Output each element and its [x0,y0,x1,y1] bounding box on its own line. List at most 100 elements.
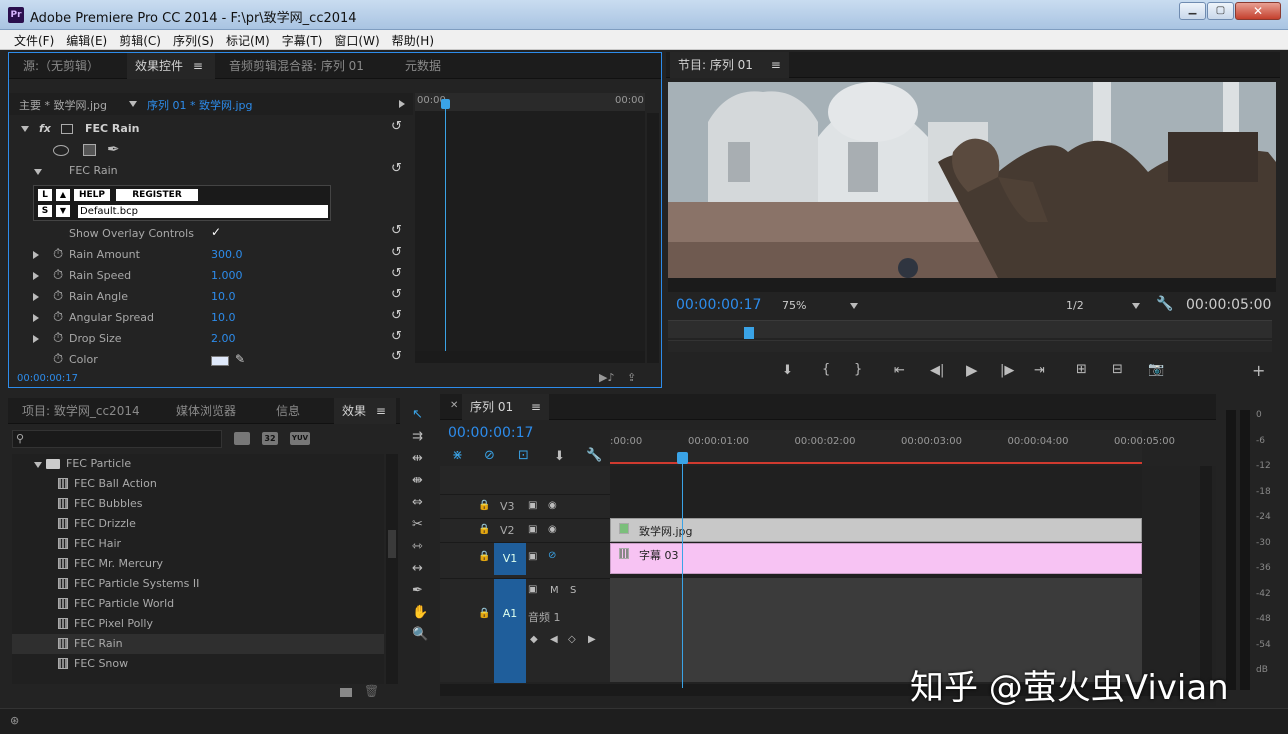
program-timecode[interactable]: 00:00:00:17 [676,297,761,313]
slide-tool-icon[interactable]: ↔ [412,562,423,575]
new-bin-icon[interactable] [340,688,352,697]
pen-mask-icon[interactable]: ✒ [107,140,120,158]
reset-sub-effect-icon[interactable]: ↺ [391,161,402,176]
minimize-button[interactable]: ▁ [1179,2,1206,20]
program-video-frame[interactable] [668,82,1276,278]
effect-playhead[interactable] [445,101,446,363]
expand-property-icon[interactable] [33,272,39,280]
lock-a1-icon[interactable]: 🔒 [478,609,490,619]
plugin-down-button[interactable]: ▼ [56,205,70,217]
collapse-sub-effect-icon[interactable] [34,169,42,175]
folder-expand-icon[interactable] [34,462,42,468]
tab-project[interactable]: 项目: 致学网_cc2014 [14,398,148,424]
program-frame-scrollbar[interactable] [668,278,1276,292]
reset-property-icon[interactable]: ↺ [391,245,402,260]
timeline-settings-icon[interactable]: 🔧 [586,449,602,462]
effect-property-row[interactable]: ⏱ Rain Angle 10.0 ↺ [9,287,413,307]
property-value[interactable]: 10.0 [211,308,236,328]
snap-icon[interactable]: ⋇ [452,449,463,462]
next-keyframe-icon[interactable]: ▶ [588,635,596,645]
effect-hscroll[interactable] [415,351,645,363]
tab-sequence-01[interactable]: 序列 01 ≡ [462,394,549,420]
program-playhead[interactable] [744,327,754,339]
tab-source[interactable]: 源:（无剪辑） [15,53,107,79]
add-keyframe-icon[interactable]: ◆ [530,635,538,645]
razor-tool-icon[interactable]: ✂ [412,518,423,531]
reset-property-icon[interactable]: ↺ [391,329,402,344]
effect-header[interactable]: fx FEC Rain ↺ [9,119,413,139]
reset-property-icon[interactable]: ↺ [391,266,402,281]
v3-label[interactable]: V3 [500,500,515,513]
plugin-s-button[interactable]: S [38,205,52,217]
lift-icon[interactable]: ⊞ [1076,363,1087,376]
zoom-select[interactable]: 75% [782,299,806,312]
property-value[interactable]: 1.000 [211,266,243,286]
rectangle-mask-icon[interactable] [83,144,96,156]
stopwatch-icon[interactable]: ⏱ [53,248,63,261]
collapse-effect-icon[interactable] [21,126,29,132]
extract-icon[interactable]: ⊟ [1112,363,1123,376]
color-swatch[interactable] [211,356,229,366]
timeline-playhead-handle[interactable] [677,452,688,464]
quality-select[interactable]: 1/2 [1066,299,1084,312]
expand-property-icon[interactable] [33,335,39,343]
eye-v2-icon[interactable]: ◉ [548,525,557,535]
eyedropper-icon[interactable]: ✎ [235,352,245,366]
stopwatch-icon[interactable]: ⏱ [53,290,63,303]
sync-lock-v2-icon[interactable]: ▣ [528,525,537,535]
overlay-checkbox[interactable]: ✓ [211,226,224,239]
timeline-timecode[interactable]: 00:00:00:17 [448,425,533,441]
effects-vscroll[interactable] [386,454,398,684]
effect-list-item[interactable]: FEC Particle Systems II [12,574,384,594]
solo-a1-button[interactable]: S [570,585,576,596]
mute-a1-button[interactable]: M [550,585,559,596]
selection-tool-icon[interactable]: ↖ [412,408,423,421]
accelerated-effects-icon[interactable] [234,432,250,445]
quality-dropdown-icon[interactable] [1132,303,1140,309]
effect-property-row[interactable]: ⏱ Angular Spread 10.0 ↺ [9,308,413,328]
rate-stretch-tool-icon[interactable]: ⇔ [412,496,423,509]
slip-tool-icon[interactable]: ⇿ [412,540,423,553]
clip-v1[interactable]: 字幕 03 [610,543,1142,574]
effects-panel-menu-icon[interactable]: ≡ [376,404,386,418]
stopwatch-icon[interactable]: ⏱ [53,332,63,345]
delete-icon[interactable]: 🗑 [364,684,379,698]
v1-label[interactable]: V1 [494,543,526,575]
expand-property-icon[interactable] [33,314,39,322]
yuv-effects-icon[interactable]: YUV [290,432,310,445]
menu-help[interactable]: 帮助(H) [386,30,440,51]
maximize-button[interactable]: ▢ [1207,2,1234,20]
sync-lock-v1-icon[interactable]: ▣ [528,552,537,562]
reset-property-icon[interactable]: ↺ [391,308,402,323]
hand-tool-icon[interactable]: ✋ [412,606,428,619]
tab-effect-controls[interactable]: 效果控件 ≡ [127,53,215,79]
tab-metadata[interactable]: 元数据 [397,53,449,79]
effects-folder-label[interactable]: FEC Particle [66,457,131,470]
rolling-edit-tool-icon[interactable]: ⇼ [412,474,423,487]
tab-info[interactable]: 信息 [268,398,308,424]
tab-program[interactable]: 节目: 序列 01 ≡ [670,52,789,78]
program-scrubber[interactable] [668,320,1272,339]
mark-out-icon[interactable]: } [854,363,862,376]
plugin-preset-field[interactable]: Default.bcp [78,205,328,218]
prev-keyframe-icon[interactable]: ◀ [550,635,558,645]
export-icon[interactable]: ⇪ [627,371,636,384]
add-marker-timeline-icon[interactable]: ⬇ [554,450,565,463]
property-value[interactable]: 300.0 [211,245,243,265]
go-to-out-icon[interactable]: ⇥ [1034,364,1045,377]
timeline-vscroll[interactable] [1200,466,1212,682]
go-to-in-icon[interactable]: ⇤ [894,364,905,377]
effect-property-row[interactable]: ⏱ Rain Amount 300.0 ↺ [9,245,413,265]
a1-label[interactable]: A1 [494,579,526,683]
close-sequence-icon[interactable]: ✕ [450,400,458,411]
menu-window[interactable]: 窗口(W) [328,30,385,51]
play-audio-icon[interactable]: ▶♪ [599,371,614,384]
expand-property-icon[interactable] [33,251,39,259]
sequence-dropdown-icon[interactable] [129,101,137,107]
stopwatch-icon[interactable]: ⏱ [53,269,63,282]
menu-marker[interactable]: 标记(M) [220,30,276,51]
add-marker-icon[interactable]: ⬇ [782,364,793,377]
zoom-dropdown-icon[interactable] [850,303,858,309]
tab-media-browser[interactable]: 媒体浏览器 [168,398,244,424]
timeline-panel-menu-icon[interactable]: ≡ [531,400,541,414]
